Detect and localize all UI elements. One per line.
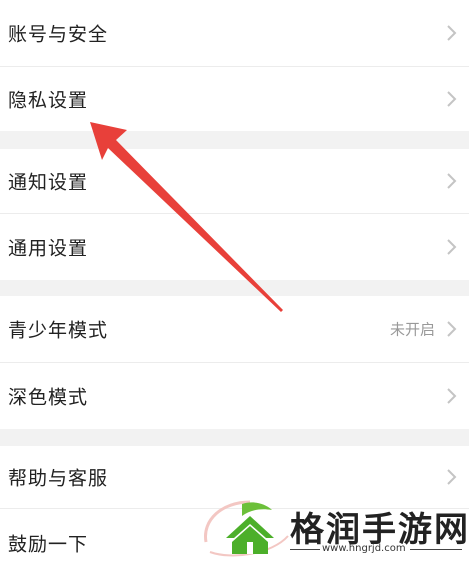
- settings-item-privacy[interactable]: 隐私设置: [0, 67, 469, 131]
- chevron-right-icon: [447, 25, 457, 41]
- settings-item-label: 鼓励一下: [8, 533, 89, 556]
- settings-item-account-security[interactable]: 账号与安全: [0, 0, 469, 66]
- settings-item-label: 通知设置: [8, 171, 89, 194]
- settings-item-label: 帮助与客服: [8, 467, 109, 490]
- chevron-right-icon: [447, 239, 457, 255]
- watermark-rule-left: [290, 549, 320, 550]
- settings-item-label: 通用设置: [8, 237, 89, 260]
- chevron-right-icon: [447, 91, 457, 107]
- settings-item-label: 账号与安全: [8, 23, 109, 46]
- settings-item-dark-mode[interactable]: 深色模式: [0, 363, 469, 429]
- settings-item-notifications[interactable]: 通知设置: [0, 149, 469, 213]
- chevron-right-icon: [447, 388, 457, 404]
- watermark-rule-right: [410, 549, 462, 550]
- chevron-right-icon: [447, 173, 457, 189]
- settings-item-teen-mode[interactable]: 青少年模式 未开启: [0, 296, 469, 362]
- watermark-url: www.hngrjd.com: [322, 543, 406, 554]
- settings-item-general[interactable]: 通用设置: [0, 214, 469, 280]
- chevron-right-icon: [447, 321, 457, 337]
- settings-item-label: 深色模式: [8, 386, 89, 409]
- teen-mode-status: 未开启: [389, 320, 435, 339]
- settings-item-label: 青少年模式: [8, 319, 109, 342]
- leaf-logo-icon: [226, 502, 274, 554]
- settings-item-label: 隐私设置: [8, 89, 89, 112]
- site-watermark: 格润手游网 www.hngrjd.com: [192, 480, 469, 562]
